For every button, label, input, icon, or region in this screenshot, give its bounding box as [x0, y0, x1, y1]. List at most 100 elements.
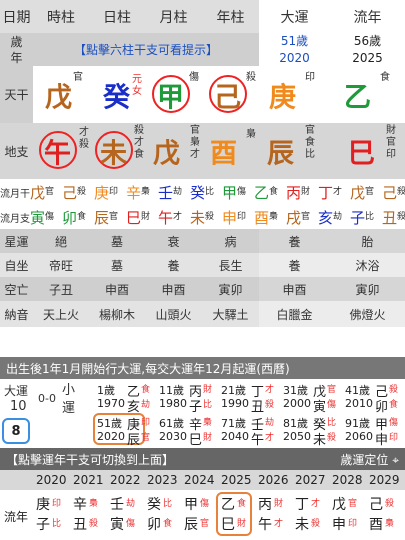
liuyue-zhi-char: 辰	[94, 208, 110, 227]
liunian-gan: 辛	[73, 497, 87, 513]
info-row-value: 衰	[145, 229, 202, 253]
liunian-cell[interactable]: 癸比卯食	[147, 494, 181, 536]
liunian-cell[interactable]: 甲傷辰官	[184, 494, 218, 536]
liuyue-gan-item[interactable]: 戊官	[30, 182, 61, 203]
liuyue-gan-tag: 官	[45, 187, 55, 197]
liuyue-zhi-item[interactable]: 午才	[158, 207, 189, 228]
dayun-cell[interactable]: 41歲 2010 己殺卯食	[345, 382, 398, 415]
liuyue-zhi-item[interactable]: 酉梟	[254, 207, 285, 228]
liunian-cell[interactable]: 辛梟丑殺	[73, 494, 107, 536]
liuyue-zhi-tag: 官	[301, 212, 311, 222]
liunian-year[interactable]: 2022	[110, 473, 141, 487]
sky-month-tag: 傷	[189, 72, 199, 83]
dayun-gan-tag: 印	[141, 418, 151, 428]
liuyue-zhi-char: 丑	[382, 208, 398, 227]
liunian-zhi: 午	[258, 517, 272, 533]
liunian-year[interactable]: 2024	[184, 473, 215, 487]
sky-day[interactable]: 癸 元 女	[89, 66, 145, 123]
liuyue-zhi-tag: 劫	[333, 212, 343, 222]
liuyue-zhi-item[interactable]: 卯食	[62, 207, 93, 228]
liuyue-gan-item[interactable]: 丁才	[318, 182, 349, 203]
liuyue-gan-list: 戊官己殺庚印辛梟壬劫癸比甲傷乙食丙財丁才戊官己殺	[30, 182, 405, 203]
sky-month[interactable]: 甲 傷	[145, 66, 202, 123]
sky-liunian[interactable]: 乙 食	[330, 66, 405, 123]
earth-day[interactable]: 未 殺 才 食	[89, 123, 145, 179]
liuyue-gan-item[interactable]: 戊官	[350, 182, 381, 203]
liunian-year[interactable]: 2021	[73, 473, 104, 487]
earth-dayun[interactable]: 辰 官 食 比	[259, 123, 330, 179]
dayun-age[interactable]: 51歲 2020	[259, 33, 330, 66]
liunian-age[interactable]: 56歲 2025	[330, 33, 405, 66]
liunian-year[interactable]: 2025	[221, 473, 252, 487]
liunian-row: 流年 庚印子比辛梟丑殺壬劫寅傷癸比卯食甲傷辰官乙食巳財丙財午才丁才未殺戊官申印己…	[0, 490, 405, 540]
dayun-cell[interactable]: 71歲 2040 壬劫午才	[221, 415, 274, 448]
liuyue-gan-item[interactable]: 癸比	[190, 182, 221, 203]
dayun-cell[interactable]: 21歲 1990 丁才丑殺	[221, 382, 274, 415]
liuyue-zhi-item[interactable]: 未殺	[190, 207, 221, 228]
liuyue-gan-tag: 劫	[173, 187, 183, 197]
earth-liunian[interactable]: 巳 財 官 印	[330, 123, 405, 179]
liunian-cell[interactable]: 庚印子比	[36, 494, 70, 536]
dayun-cell[interactable]: 31歲 2000 戊官寅傷	[283, 382, 336, 415]
liunian-cell[interactable]: 戊官申印	[332, 494, 366, 536]
liuyue-zhi-item[interactable]: 巳財	[126, 207, 157, 228]
info-row-value: 病	[202, 229, 259, 253]
liuyue-gan-tag: 殺	[77, 187, 87, 197]
liuyue-gan-tag: 印	[109, 187, 119, 197]
liunian-year[interactable]: 2026	[258, 473, 289, 487]
liuyue-gan-item[interactable]: 辛梟	[126, 182, 157, 203]
current-dayun-box[interactable]: 8	[2, 418, 30, 444]
earth-year[interactable]: 酉 梟	[202, 123, 259, 179]
dayun-cell[interactable]: 51歲 2020 庚印辰官	[97, 415, 151, 448]
liunian-zhi-tag: 財	[237, 519, 247, 529]
liuyue-gan-char: 戊	[350, 183, 366, 202]
liunian-year[interactable]: 2027	[295, 473, 326, 487]
locate-button[interactable]: 歲運定位 ⌖	[340, 451, 399, 468]
liuyue-gan-item[interactable]: 己殺	[62, 182, 93, 203]
dayun-gan-tag: 傷	[389, 418, 399, 428]
liunian-cell[interactable]: 己殺酉梟	[369, 494, 403, 536]
liuyue-gan-item[interactable]: 庚印	[94, 182, 125, 203]
bazi-chart: 日期 時柱 日柱 月柱 年柱 大運 流年 歲 年 【點擊六柱干支可看提示】 51…	[0, 0, 405, 355]
liunian-cell[interactable]: 丙財午才	[258, 494, 292, 536]
hint-text[interactable]: 【點擊六柱干支可看提示】	[33, 33, 259, 66]
col-liunian: 流年	[330, 0, 405, 33]
liuyue-zhi-item[interactable]: 寅傷	[30, 207, 61, 228]
liuyue-gan-item[interactable]: 甲傷	[222, 182, 253, 203]
liunian-cell[interactable]: 壬劫寅傷	[110, 494, 144, 536]
liuyue-gan-item[interactable]: 壬劫	[158, 182, 189, 203]
liuyue-zhi-item[interactable]: 亥劫	[318, 207, 349, 228]
locate-label: 歲運定位	[340, 452, 389, 467]
liunian-cell[interactable]: 乙食巳財	[221, 494, 255, 536]
liuyue-gan-item[interactable]: 己殺	[382, 182, 405, 203]
earth-month[interactable]: 戊 官 梟 才	[145, 123, 202, 179]
dayun-year: 1970	[97, 397, 125, 410]
liuyue-zhi-item[interactable]: 子比	[350, 207, 381, 228]
liunian-year[interactable]: 2023	[147, 473, 178, 487]
dayun-cell[interactable]: 11歲 1980 丙財子比	[159, 382, 212, 415]
dayun-cell[interactable]: 61歲 2030 辛梟巳財	[159, 415, 212, 448]
liuyue-zhi-item[interactable]: 辰官	[94, 207, 125, 228]
liuyue-zhi-item[interactable]: 丑殺	[382, 207, 405, 228]
dayun-cell[interactable]: 91歲 2060 甲傷申印	[345, 415, 399, 448]
liunian-zhi-tag: 梟	[385, 519, 395, 529]
liunian-year[interactable]: 2020	[36, 473, 67, 487]
earth-hour[interactable]: 午 才 殺	[33, 123, 89, 179]
earth-dayun-tag: 官 食 比	[305, 125, 315, 160]
sky-year[interactable]: 己 殺	[202, 66, 259, 123]
dayun-cell[interactable]: 81歲 2050 癸比未殺	[283, 415, 336, 448]
liuyue-gan-item[interactable]: 丙財	[286, 182, 317, 203]
liunian-cell[interactable]: 丁才未殺	[295, 494, 329, 536]
liuyue-gan-item[interactable]: 乙食	[254, 182, 285, 203]
dayun-cell[interactable]: 1歲 1970 乙食亥劫	[97, 382, 150, 415]
liuyue-zhi-item[interactable]: 申印	[222, 207, 253, 228]
liunian-year[interactable]: 2028	[332, 473, 363, 487]
dayun-age: 81歲	[283, 417, 308, 430]
liuyue-zhi-char: 亥	[318, 208, 334, 227]
dayun-zhi: 亥	[127, 400, 141, 415]
liuyue-gan-tag: 官	[365, 187, 375, 197]
liuyue-zhi-item[interactable]: 戌官	[286, 207, 317, 228]
sky-hour[interactable]: 戊 官	[33, 66, 89, 123]
liunian-year[interactable]: 2029	[369, 473, 400, 487]
sky-dayun[interactable]: 庚 印	[259, 66, 330, 123]
